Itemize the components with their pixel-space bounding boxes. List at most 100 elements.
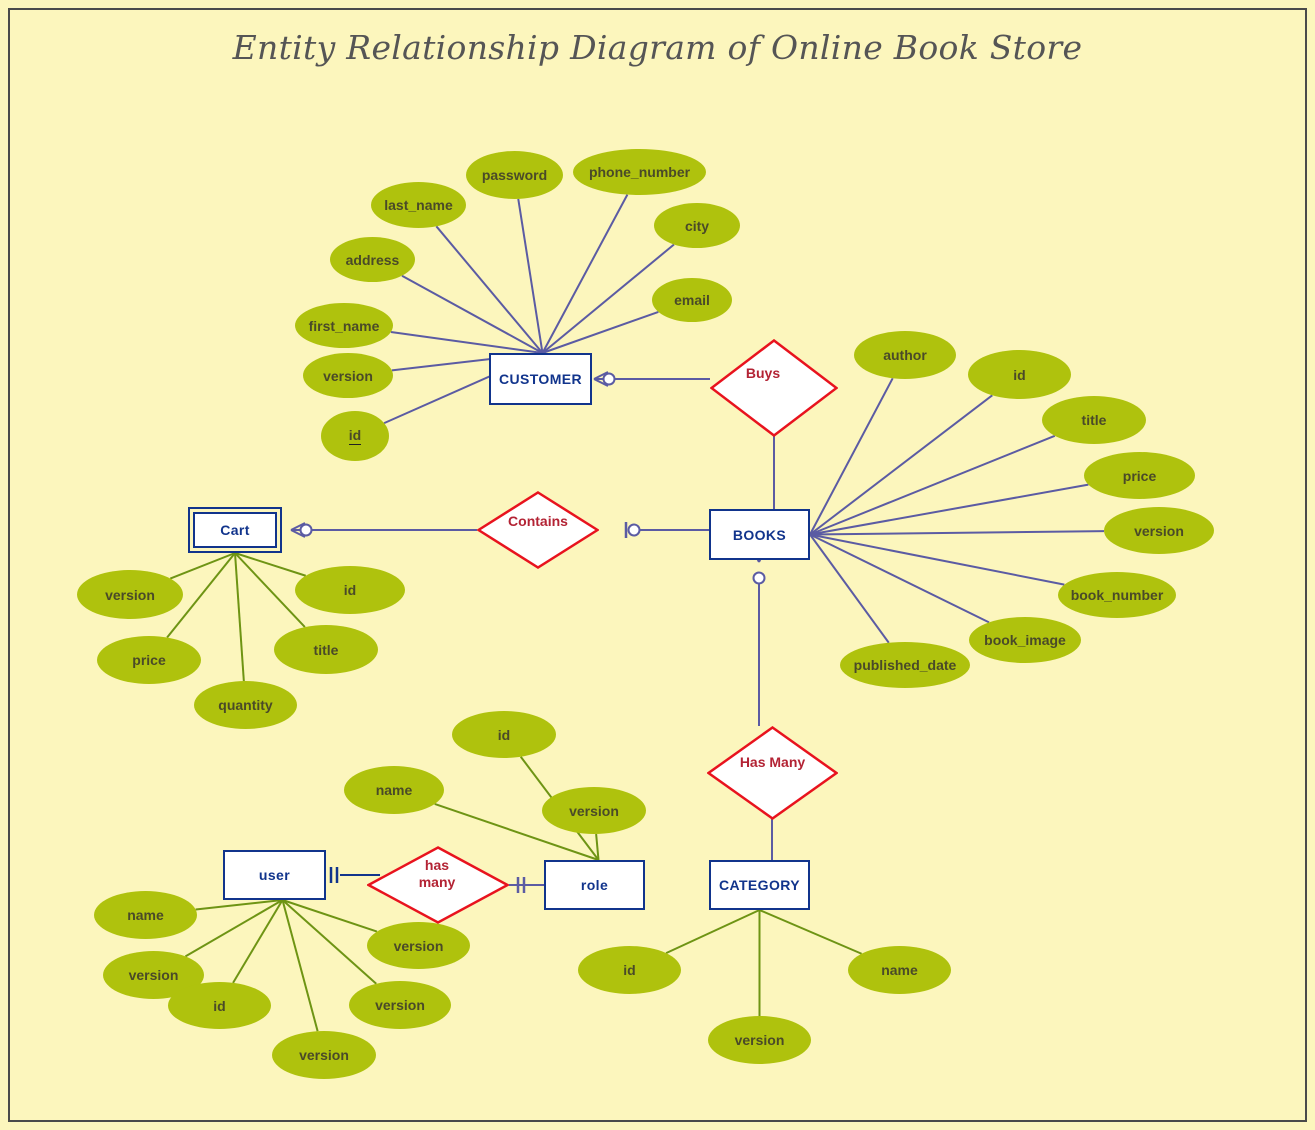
optional-marker xyxy=(602,372,616,386)
attribute-books-title[interactable]: title xyxy=(1042,396,1146,444)
connector-line xyxy=(401,274,543,354)
connector-line xyxy=(232,899,284,984)
attribute-customer-address[interactable]: address xyxy=(330,237,415,282)
attribute-books-price[interactable]: price xyxy=(1084,452,1195,499)
attribute-books-book-number[interactable]: book_number xyxy=(1058,572,1176,618)
attribute-label: published_date xyxy=(853,657,957,673)
attribute-label: version xyxy=(128,967,179,983)
attribute-label: price xyxy=(132,652,166,668)
connector-line xyxy=(541,194,629,354)
connector-line xyxy=(809,533,890,644)
attribute-user-name[interactable]: name xyxy=(94,891,197,939)
connector-line xyxy=(809,483,1089,536)
attribute-label: id xyxy=(1013,366,1026,383)
attribute-label: title xyxy=(1081,412,1107,428)
connector-line xyxy=(759,909,862,955)
attribute-customer-id[interactable]: id xyxy=(321,411,389,461)
attribute-label: address xyxy=(345,251,400,268)
entity-label: Cart xyxy=(220,522,250,538)
connector-line xyxy=(281,899,377,985)
attribute-label: name xyxy=(375,782,413,798)
connector-line xyxy=(282,899,378,933)
attribute-label: book_number xyxy=(1070,587,1164,603)
attribute-label: id xyxy=(497,726,511,743)
attribute-label: password xyxy=(481,167,548,183)
attribute-customer-password[interactable]: password xyxy=(466,151,563,199)
entity-label: user xyxy=(258,867,291,883)
attribute-label: version xyxy=(734,1032,785,1048)
attribute-books-id[interactable]: id xyxy=(968,350,1071,399)
connector-line xyxy=(809,533,1065,586)
attribute-label: name xyxy=(881,962,918,978)
attribute-books-version[interactable]: version xyxy=(1104,507,1214,554)
optional-marker xyxy=(752,571,766,585)
attribute-user-version-3[interactable]: version xyxy=(349,981,451,1029)
attribute-cart-id[interactable]: id xyxy=(295,566,405,614)
attribute-cart-title[interactable]: title xyxy=(274,625,378,674)
attribute-cart-price[interactable]: price xyxy=(97,636,201,684)
entity-label: CUSTOMER xyxy=(498,371,583,387)
connector-line xyxy=(809,377,894,535)
connector-line xyxy=(809,434,1056,536)
attribute-label: price xyxy=(1122,467,1157,484)
connector-line xyxy=(809,394,993,536)
attribute-label: version xyxy=(105,586,155,603)
attribute-customer-last-name[interactable]: last_name xyxy=(371,182,466,228)
attribute-label: id xyxy=(343,582,357,598)
attribute-books-published-date[interactable]: published_date xyxy=(840,642,970,688)
er-diagram-canvas: Entity Relationship Diagram of Online Bo… xyxy=(0,0,1315,1130)
connector-line xyxy=(281,899,319,1032)
attribute-books-author[interactable]: author xyxy=(854,331,956,379)
attribute-label: id xyxy=(213,997,226,1014)
entity-label: role xyxy=(580,877,609,893)
attribute-label: version xyxy=(393,937,444,954)
attribute-role-id[interactable]: id xyxy=(452,711,556,758)
attribute-category-id[interactable]: id xyxy=(578,946,681,994)
attribute-customer-version[interactable]: version xyxy=(303,353,393,398)
attribute-customer-first-name[interactable]: first_name xyxy=(295,303,393,348)
attribute-user-id[interactable]: id xyxy=(168,982,271,1029)
entity-category[interactable]: CATEGORY xyxy=(709,860,810,910)
entity-label: CATEGORY xyxy=(719,877,800,893)
attribute-label: name xyxy=(127,907,164,923)
attribute-category-version[interactable]: version xyxy=(708,1016,811,1064)
attribute-category-name[interactable]: name xyxy=(848,946,951,994)
attribute-customer-email[interactable]: email xyxy=(652,278,732,322)
attribute-role-name[interactable]: name xyxy=(344,766,444,814)
entity-cart[interactable]: Cart xyxy=(188,507,282,553)
attribute-user-version-4[interactable]: version xyxy=(367,922,470,969)
connector-line xyxy=(542,310,659,354)
attribute-label: title xyxy=(313,641,339,658)
attribute-label: version xyxy=(323,367,373,384)
attribute-label: version xyxy=(569,802,619,819)
attribute-label: author xyxy=(883,347,927,363)
attribute-label: book_image xyxy=(984,632,1066,648)
connector-line xyxy=(809,533,990,624)
attribute-label: id xyxy=(623,962,636,978)
attribute-label: id xyxy=(348,427,362,445)
connector-line xyxy=(234,552,245,682)
entity-label: BOOKS xyxy=(732,526,787,543)
attribute-cart-version[interactable]: version xyxy=(77,570,183,619)
attribute-label: city xyxy=(684,217,710,234)
connector-line xyxy=(665,909,760,955)
attribute-label: version xyxy=(299,1047,349,1063)
entity-customer[interactable]: CUSTOMER xyxy=(489,353,592,405)
connector-line xyxy=(435,225,544,354)
attribute-books-book-image[interactable]: book_image xyxy=(969,617,1081,663)
entity-user[interactable]: user xyxy=(223,850,326,900)
attribute-user-version-2[interactable]: version xyxy=(272,1031,376,1079)
connector-line xyxy=(809,530,1105,536)
attribute-role-version[interactable]: version xyxy=(542,787,646,834)
entity-role[interactable]: role xyxy=(544,860,645,910)
attribute-cart-quantity[interactable]: quantity xyxy=(194,681,297,729)
attribute-customer-city[interactable]: city xyxy=(654,203,740,248)
attribute-label: email xyxy=(674,292,710,308)
attribute-label: version xyxy=(375,997,425,1013)
attribute-label: version xyxy=(1134,522,1184,539)
entity-books[interactable]: BOOKS xyxy=(709,509,810,560)
attribute-label: phone_number xyxy=(588,164,691,180)
connector-line xyxy=(390,331,543,354)
attribute-label: last_name xyxy=(384,197,453,213)
attribute-customer-phone[interactable]: phone_number xyxy=(573,149,706,195)
